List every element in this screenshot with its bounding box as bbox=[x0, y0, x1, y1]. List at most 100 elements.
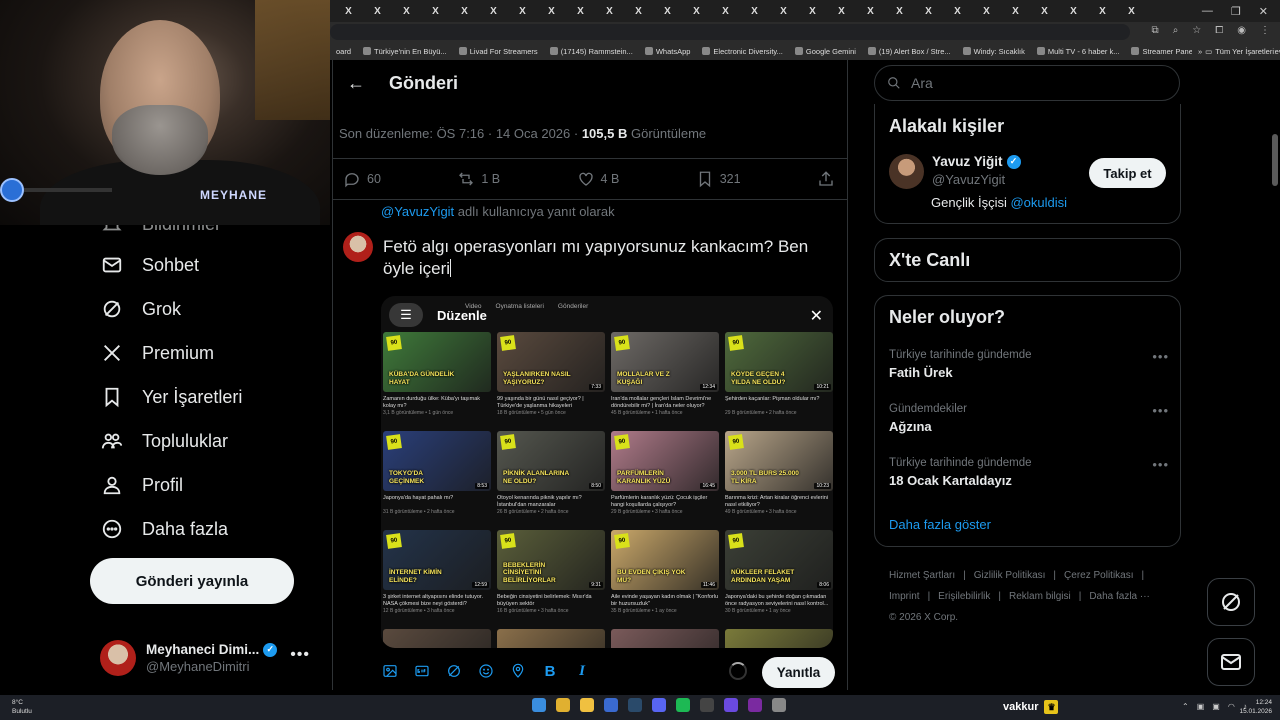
browser-tab[interactable]: X bbox=[1030, 3, 1059, 19]
app-icon[interactable] bbox=[604, 698, 618, 712]
media-edit-label[interactable]: Düzenle bbox=[437, 308, 487, 323]
app-icon[interactable] bbox=[724, 698, 738, 712]
gif-icon[interactable] bbox=[413, 662, 431, 680]
like-action[interactable]: 4 B bbox=[577, 170, 619, 188]
browser-tab[interactable]: X bbox=[711, 3, 740, 19]
trend-item[interactable]: Türkiye tarihinde gündemde Fatih Ürek ••… bbox=[889, 349, 1169, 380]
steam-icon[interactable] bbox=[628, 698, 642, 712]
browser-tab[interactable]: X bbox=[479, 3, 508, 19]
clock[interactable]: 12:24 15.01.2026 bbox=[1239, 698, 1272, 716]
bookmark-item[interactable]: Livad For Streamers bbox=[453, 47, 544, 56]
page-scrollbar[interactable] bbox=[1272, 134, 1278, 186]
browser-tab[interactable]: X bbox=[856, 3, 885, 19]
emoji-icon[interactable] bbox=[477, 662, 495, 680]
more-dots-icon[interactable]: ••• bbox=[1152, 349, 1169, 364]
reply-action[interactable]: 60 bbox=[343, 170, 381, 188]
settings-icon[interactable] bbox=[772, 698, 786, 712]
nav-item-bookmarks[interactable]: Yer İşaretleri bbox=[100, 385, 242, 409]
follow-button[interactable]: Takip et bbox=[1089, 158, 1166, 188]
user-widget[interactable]: vakkur ♛ bbox=[1003, 700, 1059, 714]
minimize-icon[interactable]: — bbox=[1202, 5, 1213, 17]
bookmark-item[interactable]: Multi TV - 6 haber k... bbox=[1031, 47, 1126, 56]
grok-fab-button[interactable] bbox=[1207, 578, 1255, 626]
browser-tab[interactable]: X bbox=[798, 3, 827, 19]
nav-item-communities[interactable]: Topluluklar bbox=[100, 429, 228, 453]
footer-link[interactable]: Çerez Politikası bbox=[1064, 570, 1133, 581]
nav-item-profile[interactable]: Profil bbox=[100, 473, 183, 497]
media-close-icon[interactable]: ✕ bbox=[810, 306, 823, 326]
browser-tab[interactable]: X bbox=[566, 3, 595, 19]
more-dots-icon[interactable]: ••• bbox=[1152, 457, 1169, 472]
browser-tab[interactable]: X bbox=[508, 3, 537, 19]
spotify-icon[interactable] bbox=[676, 698, 690, 712]
epic-icon[interactable] bbox=[700, 698, 714, 712]
folder-icon[interactable] bbox=[580, 698, 594, 712]
star-icon[interactable]: ☆ bbox=[1192, 25, 1201, 36]
bookmark-action[interactable]: 321 bbox=[696, 170, 741, 188]
attached-media[interactable]: Video Oynatma listeleri Gönderiler ☰ Düzen… bbox=[381, 296, 833, 648]
more-dots-icon[interactable]: ••• bbox=[1152, 403, 1169, 418]
related-person[interactable]: Yavuz Yiğit ✓ @YavuzYigit bbox=[889, 154, 1021, 189]
app-icon[interactable] bbox=[748, 698, 762, 712]
footer-link[interactable]: Erişilebilirlik bbox=[938, 591, 990, 602]
wifi-icon[interactable]: ◠ bbox=[1228, 702, 1235, 711]
menu-icon[interactable]: ⋮ bbox=[1260, 25, 1270, 36]
footer-link[interactable]: Gizlilik Politikası bbox=[974, 570, 1046, 581]
footer-link[interactable]: Hizmet Şartları bbox=[889, 570, 955, 581]
bookmark-item[interactable]: (19) Alert Box / Stre... bbox=[862, 47, 957, 56]
tray-icon[interactable]: ▣ bbox=[1212, 702, 1220, 711]
browser-tab[interactable]: X bbox=[943, 3, 972, 19]
browser-tab[interactable]: X bbox=[334, 3, 363, 19]
search-input[interactable]: Ara bbox=[874, 65, 1180, 101]
repost-action[interactable]: 1 B bbox=[457, 170, 500, 188]
bio-mention[interactable]: @okuldisi bbox=[1010, 195, 1067, 210]
nav-item-premium[interactable]: Premium bbox=[100, 341, 214, 365]
bold-icon[interactable]: B bbox=[541, 662, 559, 680]
browser-tab[interactable]: X bbox=[740, 3, 769, 19]
reply-mention[interactable]: @YavuzYigit bbox=[381, 204, 454, 219]
footer-link[interactable]: Daha fazla ··· bbox=[1089, 591, 1150, 602]
show-more-link[interactable]: Daha fazla göster bbox=[889, 517, 991, 532]
footer-link[interactable]: © 2026 X Corp. bbox=[889, 612, 958, 623]
browser-tab[interactable]: X bbox=[972, 3, 1001, 19]
cast-icon[interactable]: ⧉ bbox=[1152, 25, 1159, 36]
back-arrow-icon[interactable]: ← bbox=[341, 68, 371, 98]
nav-item-more[interactable]: Daha fazla bbox=[100, 517, 228, 541]
views-count[interactable]: 105,5 B bbox=[582, 126, 628, 141]
trend-item[interactable]: Gündemdekiler Ağzına ••• bbox=[889, 403, 1169, 434]
browser-tab[interactable]: X bbox=[885, 3, 914, 19]
browser-tab[interactable]: X bbox=[1117, 3, 1146, 19]
reply-button[interactable]: Yanıtla bbox=[762, 657, 835, 688]
profile-icon[interactable]: ◉ bbox=[1237, 25, 1246, 36]
browser-tab[interactable]: X bbox=[1088, 3, 1117, 19]
maximize-icon[interactable]: ❐ bbox=[1231, 5, 1241, 18]
media-menu-icon[interactable]: ☰ bbox=[389, 303, 423, 327]
messages-fab-button[interactable] bbox=[1207, 638, 1255, 686]
browser-tab[interactable]: X bbox=[653, 3, 682, 19]
browser-tab[interactable]: X bbox=[682, 3, 711, 19]
close-window-icon[interactable]: ✕ bbox=[1259, 5, 1268, 18]
browser-tab[interactable]: X bbox=[769, 3, 798, 19]
italic-icon[interactable]: I bbox=[573, 662, 591, 680]
browser-tab[interactable]: X bbox=[595, 3, 624, 19]
bookmark-item[interactable]: Windy: Sıcaklık bbox=[957, 47, 1031, 56]
browser-tab[interactable]: X bbox=[624, 3, 653, 19]
browser-tab[interactable]: X bbox=[537, 3, 566, 19]
live-card[interactable]: X'te Canlı bbox=[874, 238, 1181, 282]
browser-tab[interactable]: X bbox=[363, 3, 392, 19]
extensions-icon[interactable]: ⧠ bbox=[1215, 25, 1223, 36]
more-dots-icon[interactable]: ••• bbox=[290, 646, 310, 664]
url-field[interactable] bbox=[330, 24, 1130, 40]
all-bookmarks-folder[interactable]: » ▭ Tüm Yer İşaretleri bbox=[1191, 42, 1274, 60]
bookmark-item[interactable]: Google Gemini bbox=[789, 47, 862, 56]
nav-item-chat[interactable]: Sohbet bbox=[100, 253, 199, 277]
browser-tab[interactable]: X bbox=[392, 3, 421, 19]
bookmark-item[interactable]: WhatsApp bbox=[639, 47, 697, 56]
share-action[interactable] bbox=[817, 170, 835, 188]
chrome-icon[interactable] bbox=[556, 698, 570, 712]
start-icon[interactable] bbox=[532, 698, 546, 712]
grok-icon[interactable] bbox=[445, 662, 463, 680]
location-icon[interactable] bbox=[509, 662, 527, 680]
footer-link[interactable]: Reklam bilgisi bbox=[1009, 591, 1071, 602]
account-switcher[interactable]: Meyhaneci Dimi... ✓ @MeyhaneDimitri ••• bbox=[100, 636, 310, 680]
